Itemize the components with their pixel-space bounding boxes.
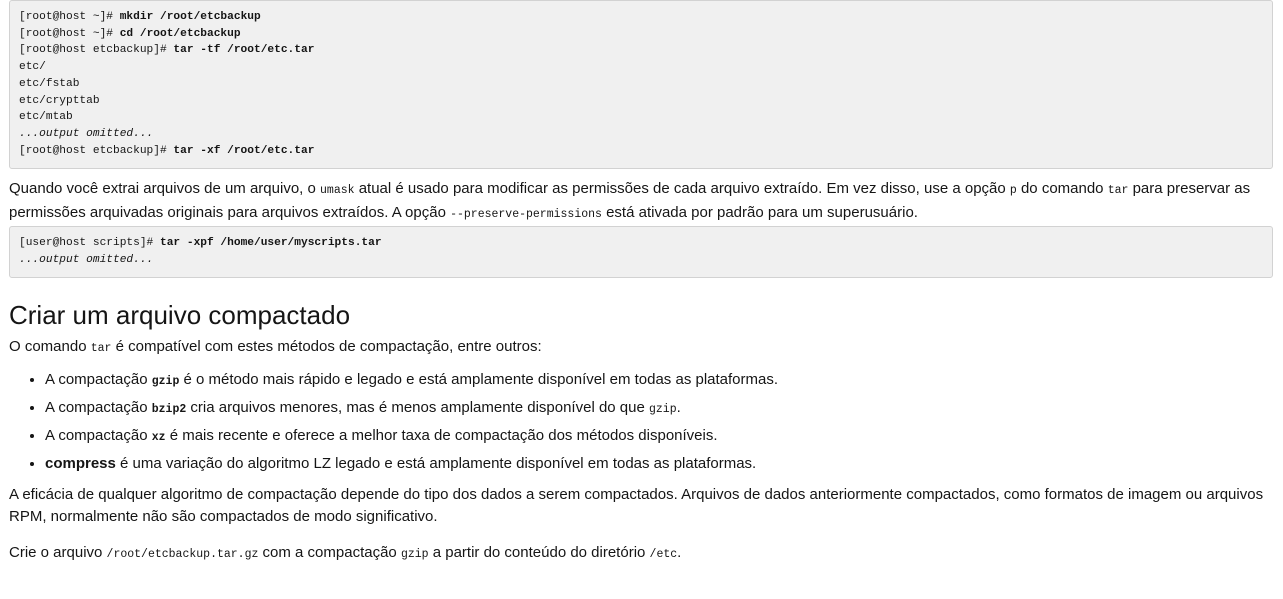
shell-prompt: [root@host etcbackup]# [19, 144, 174, 157]
bold-term: compress [45, 455, 116, 473]
code-output-line: etc/fstab [19, 77, 80, 90]
inline-code: xz [151, 431, 166, 445]
page: [root@host ~]# mkdir /root/etcbackup [roo… [0, 0, 1283, 566]
list-item: A compactação bzip2 cria arquivos menore… [45, 397, 1273, 421]
code-line: [root@host ~]# cd /root/etcbackup [19, 26, 1263, 43]
shell-prompt: [root@host etcbackup]# [19, 44, 174, 57]
text-run: A compactação [45, 427, 152, 445]
output-omitted-note: ...output omitted... [19, 127, 154, 140]
text-run: a partir do conteúdo do diretório [428, 544, 650, 562]
inline-code: umask [320, 184, 355, 198]
text-run: . [677, 544, 682, 562]
shell-command: mkdir /root/etcbackup [119, 11, 261, 23]
text-run: é mais recente e oferece a melhor taxa d… [165, 427, 718, 445]
shell-command: cd /root/etcbackup [119, 27, 241, 40]
text-run: com a compactação [258, 544, 401, 562]
text-run: é uma variação do algoritmo LZ legado e … [115, 455, 757, 473]
code-output-line: etc/crypttab [19, 94, 100, 107]
code-block-extract: [root@host ~]# mkdir /root/etcbackup [roo… [9, 0, 1273, 170]
shell-prompt: [root@host ~]# [19, 27, 120, 40]
text-run: é o método mais rápido e legado e está a… [179, 370, 779, 388]
inline-code: gzip [400, 548, 429, 562]
code-line: [root@host ~]# mkdir /root/etcbackup [19, 9, 1263, 26]
paragraph-efficacy: A eficácia de qualquer algoritmo de comp… [9, 486, 1264, 526]
paragraph-umask: Quando você extrai arquivos de um arquiv… [9, 178, 1273, 226]
text-run: atual é usado para modificar as permissõ… [354, 180, 1010, 198]
text-run: cria arquivos menores, mas é menos ampla… [186, 398, 649, 416]
list-item: compress é uma variação do algoritmo LZ … [45, 453, 1273, 475]
text-run: A compactação [45, 398, 152, 416]
inline-code: /root/etcbackup.tar.gz [106, 548, 259, 562]
text-run: é compatível com estes métodos de compac… [111, 337, 542, 355]
list-item: A compactação gzip é o método mais rápid… [45, 369, 1273, 393]
shell-prompt: [user@host scripts]# [19, 237, 160, 250]
code-output-line: etc/mtab [19, 111, 73, 124]
paragraph-create-archive: Crie o arquivo /root/etcbackup.tar.gz co… [9, 542, 1273, 566]
inline-code: tar [90, 341, 112, 355]
inline-code: gzip [151, 374, 180, 388]
shell-command: tar -tf /root/etc.tar [173, 44, 315, 57]
text-run: O comando [9, 337, 91, 355]
paragraph-intro: O comando tar é compatível com estes mét… [9, 336, 1273, 360]
shell-prompt: [root@host ~]# [19, 11, 120, 23]
shell-command: tar -xf /root/etc.tar [173, 144, 315, 157]
inline-code: p [1009, 184, 1017, 198]
code-line: [root@host etcbackup]# tar -tf /root/etc… [19, 42, 1263, 59]
shell-command: tar -xpf /home/user/myscripts.tar [160, 237, 382, 250]
output-omitted-note: ...output omitted... [19, 254, 154, 267]
section-heading: Criar um arquivo compactado [9, 299, 351, 330]
text-run: Crie o arquivo [9, 544, 107, 562]
list-item: A compactação xz é mais recente e oferec… [45, 425, 1273, 449]
text-run: do comando [1016, 180, 1108, 198]
text-run: Quando você extrai arquivos de um arquiv… [9, 180, 321, 198]
inline-code: --preserve-permissions [450, 208, 602, 222]
compression-methods-list: A compactação gzip é o método mais rápid… [9, 369, 1273, 476]
inline-code: bzip2 [151, 402, 187, 416]
inline-code: gzip [649, 402, 677, 416]
code-line: [user@host scripts]# tar -xpf /home/user… [19, 235, 1263, 252]
code-output-line: etc/ [19, 61, 46, 74]
code-block-preserve: [user@host scripts]# tar -xpf /home/user… [9, 226, 1273, 278]
text-run: está ativada por padrão para um superusu… [601, 204, 918, 222]
text-run: . [676, 398, 681, 416]
inline-code: /etc [649, 548, 678, 562]
text-run: A compactação [45, 370, 152, 388]
code-line: [root@host etcbackup]# tar -xf /root/etc… [19, 143, 1263, 160]
inline-code: tar [1107, 184, 1129, 198]
